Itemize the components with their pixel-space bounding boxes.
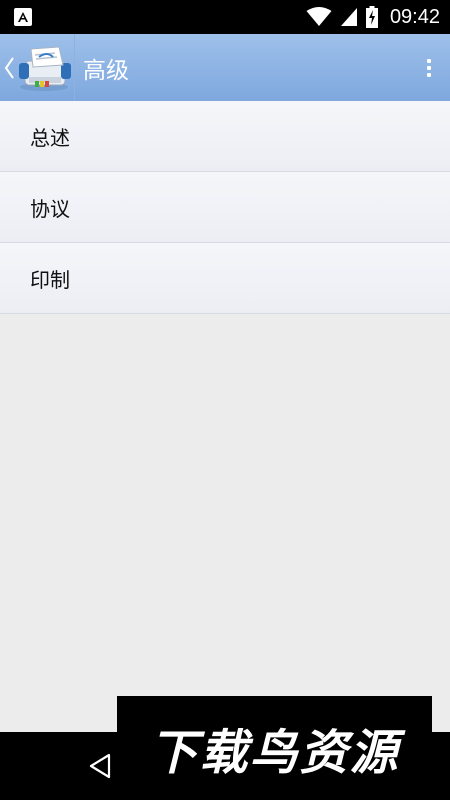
wifi-icon: [306, 7, 332, 26]
action-bar: 高级: [0, 34, 450, 101]
android-notification-icon: [14, 8, 32, 26]
nav-back-icon[interactable]: [88, 752, 112, 780]
list-item-overview[interactable]: 总述: [0, 101, 450, 172]
list-item-print[interactable]: 印制: [0, 243, 450, 314]
chevron-left-icon: [4, 56, 14, 79]
list-item-label: 总述: [30, 125, 70, 150]
cell-signal-icon: [340, 8, 357, 26]
list-item-label: 印制: [30, 267, 70, 292]
watermark-text: 下载鸟资源: [149, 725, 400, 781]
battery-charging-icon: [365, 6, 378, 28]
list-item-protocol[interactable]: 协议: [0, 172, 450, 243]
status-left: [14, 8, 32, 26]
up-button[interactable]: [0, 34, 75, 101]
status-bar: 09:42: [0, 0, 450, 34]
page-title: 高级: [83, 57, 129, 84]
status-right: 09:42: [306, 6, 440, 29]
printer-icon: [19, 45, 71, 91]
status-time: 09:42: [389, 5, 440, 28]
list-item-label: 协议: [30, 196, 70, 221]
watermark: 下载鸟资源: [117, 696, 432, 800]
settings-list: 总述 协议 印制: [0, 101, 450, 314]
overflow-menu-icon[interactable]: [412, 34, 446, 101]
